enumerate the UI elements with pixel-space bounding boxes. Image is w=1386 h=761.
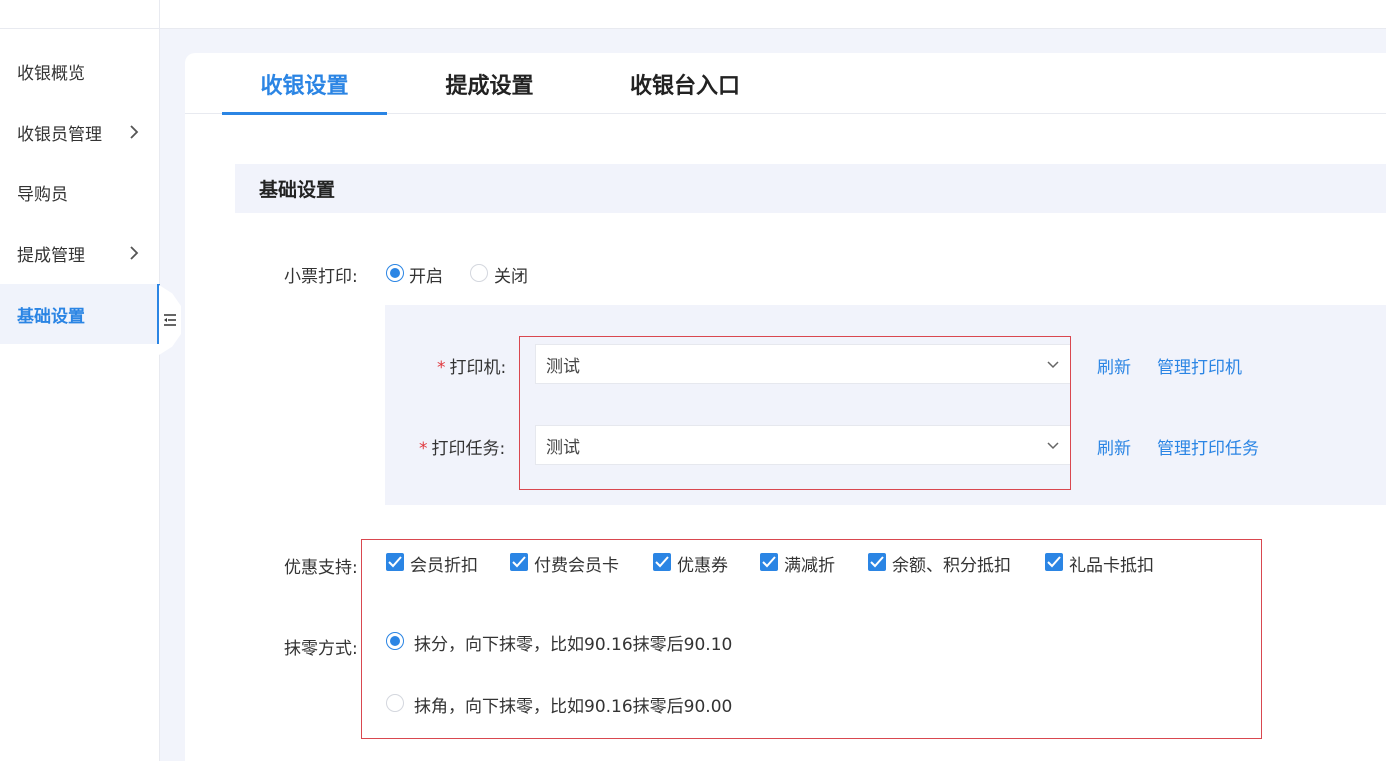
- printer-refresh-link[interactable]: 刷新: [1097, 353, 1131, 378]
- sidebar: 收银概览 收银员管理 导购员 提成管理 基础设置: [0, 29, 160, 761]
- top-bar-divider: [159, 0, 160, 29]
- sidebar-item-basic-settings[interactable]: 基础设置: [0, 284, 160, 344]
- sidebar-item-label: 收银员管理: [17, 124, 102, 145]
- ticket-print-off-radio[interactable]: [470, 264, 488, 282]
- sidebar-item-overview[interactable]: 收银概览: [0, 41, 160, 101]
- sidebar-item-commission-management[interactable]: 提成管理: [0, 223, 160, 283]
- highlight-box-discount: [361, 539, 1262, 739]
- section-title-text: 基础设置: [259, 179, 336, 201]
- settings-tabs: 收银设置 提成设置 收银台入口: [185, 53, 1386, 115]
- tab-label: 提成设置: [445, 73, 534, 99]
- chevron-right-icon: [130, 125, 139, 139]
- required-mark: *: [419, 439, 428, 459]
- print-task-label-text: 打印任务:: [431, 439, 506, 459]
- manage-print-task-link[interactable]: 管理打印任务: [1157, 434, 1259, 459]
- sidebar-item-label: 基础设置: [17, 306, 85, 327]
- sidebar-item-label: 提成管理: [17, 245, 85, 266]
- print-task-refresh-link[interactable]: 刷新: [1097, 434, 1131, 459]
- sidebar-item-shopping-guide[interactable]: 导购员: [0, 162, 160, 222]
- sidebar-item-label: 收银概览: [17, 63, 85, 84]
- section-title: 基础设置: [235, 164, 1386, 213]
- sidebar-item-label: 导购员: [17, 184, 68, 205]
- menu-fold-icon: [164, 314, 176, 326]
- printer-label-text: 打印机:: [449, 358, 507, 378]
- ticket-print-on-radio[interactable]: [386, 264, 404, 282]
- highlight-box-printer: [519, 336, 1071, 490]
- manage-printer-link[interactable]: 管理打印机: [1157, 353, 1242, 378]
- sidebar-item-cashier-management[interactable]: 收银员管理: [0, 102, 160, 162]
- tab-cashier-entrance[interactable]: 收银台入口: [605, 53, 765, 114]
- discount-support-label: 优惠支持:: [284, 558, 358, 578]
- required-mark: *: [437, 358, 446, 378]
- tab-label: 收银台入口: [629, 73, 740, 99]
- tab-cashier-settings[interactable]: 收银设置: [222, 53, 387, 115]
- chevron-right-icon: [130, 246, 139, 260]
- print-task-label: * 打印任务:: [419, 434, 505, 459]
- top-bar: [0, 0, 1386, 29]
- tab-label: 收银设置: [260, 73, 349, 99]
- ticket-print-label: 小票打印:: [284, 267, 358, 287]
- rounding-method-label: 抹零方式:: [284, 639, 358, 659]
- sidebar-collapse-toggle[interactable]: [159, 285, 181, 355]
- ticket-print-off-label[interactable]: 关闭: [494, 262, 528, 287]
- printer-label: * 打印机:: [437, 353, 506, 378]
- ticket-print-on-label[interactable]: 开启: [409, 262, 443, 287]
- tab-commission-settings[interactable]: 提成设置: [407, 53, 572, 114]
